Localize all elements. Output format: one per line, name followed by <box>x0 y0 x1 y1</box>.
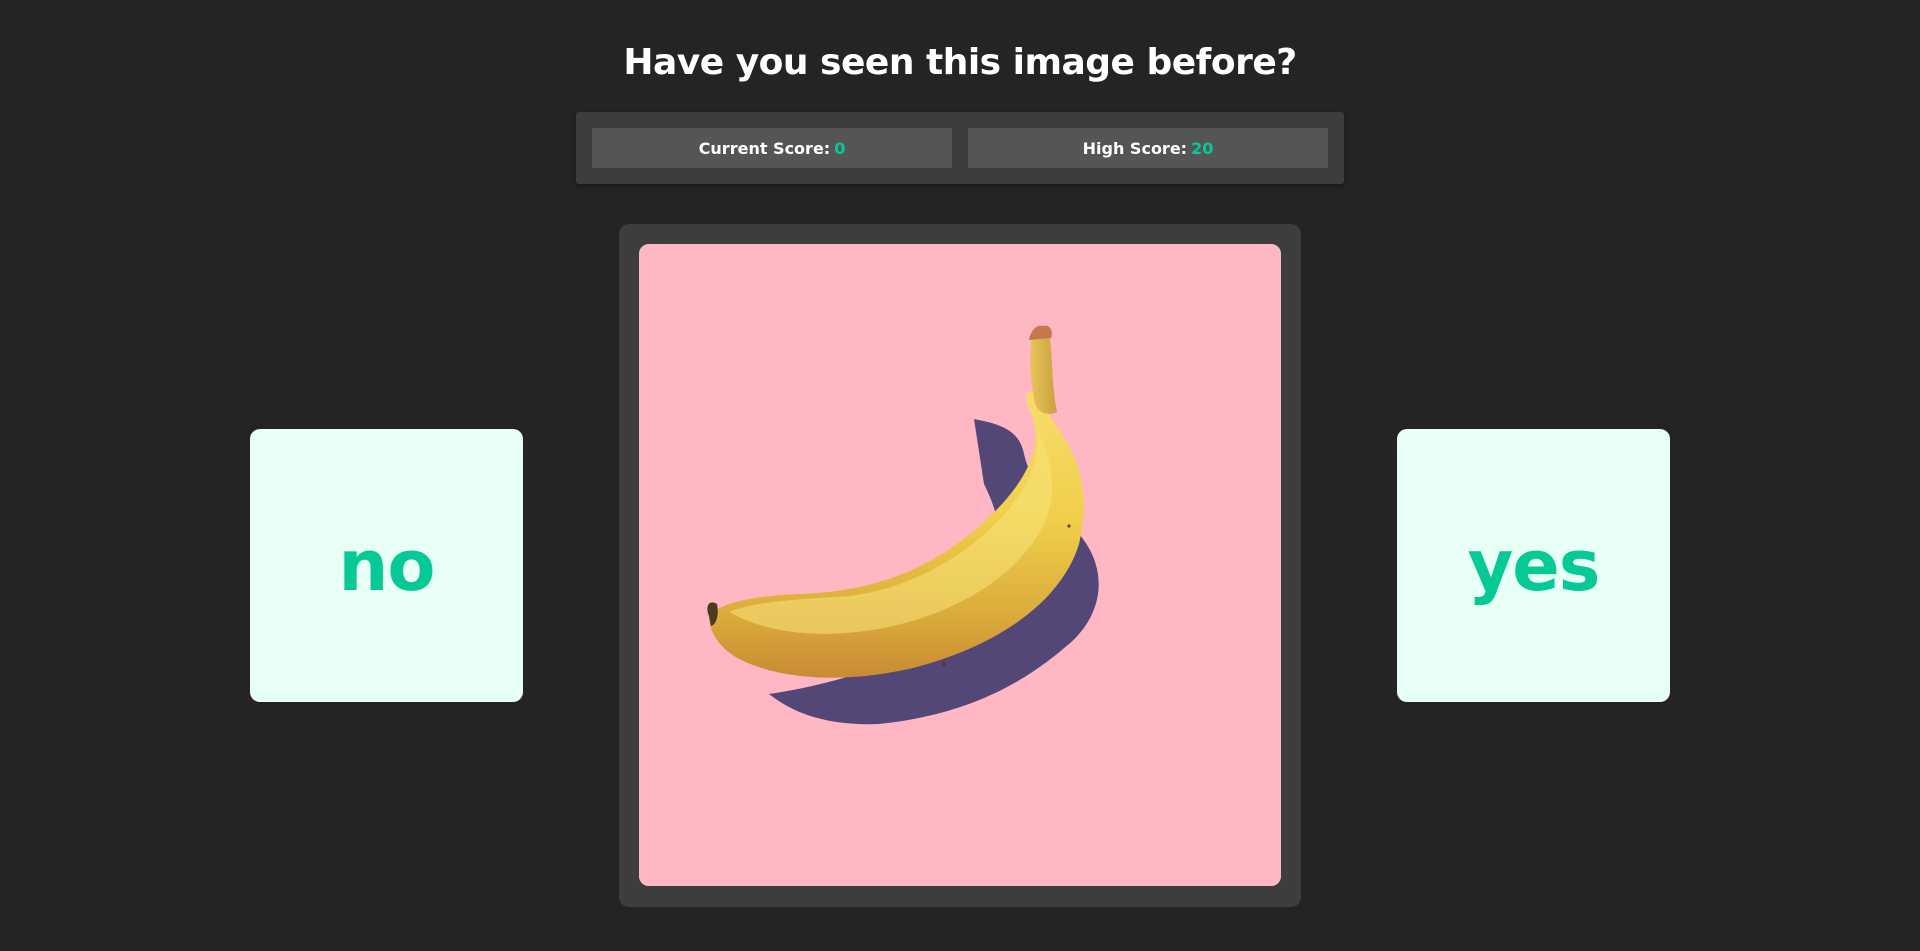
image-frame <box>619 224 1301 907</box>
yes-button[interactable]: yes <box>1397 429 1670 702</box>
high-score-label: High Score: <box>1082 138 1188 158</box>
current-score-value: 0 <box>834 138 846 158</box>
high-score-box: High Score: 20 <box>968 128 1328 168</box>
current-score-box: Current Score: 0 <box>592 128 952 168</box>
score-panel: Current Score: 0 High Score: 20 <box>576 112 1344 184</box>
page-title: Have you seen this image before? <box>623 42 1297 83</box>
current-score-label: Current Score: <box>698 138 831 158</box>
yes-button-label: yes <box>1467 524 1601 607</box>
game-page: Have you seen this image before? Current… <box>0 0 1920 951</box>
banana-image <box>639 244 1281 886</box>
no-button[interactable]: no <box>250 429 523 702</box>
banana-illustration <box>639 244 1281 886</box>
high-score-value: 20 <box>1191 138 1214 158</box>
no-button-label: no <box>338 524 436 607</box>
